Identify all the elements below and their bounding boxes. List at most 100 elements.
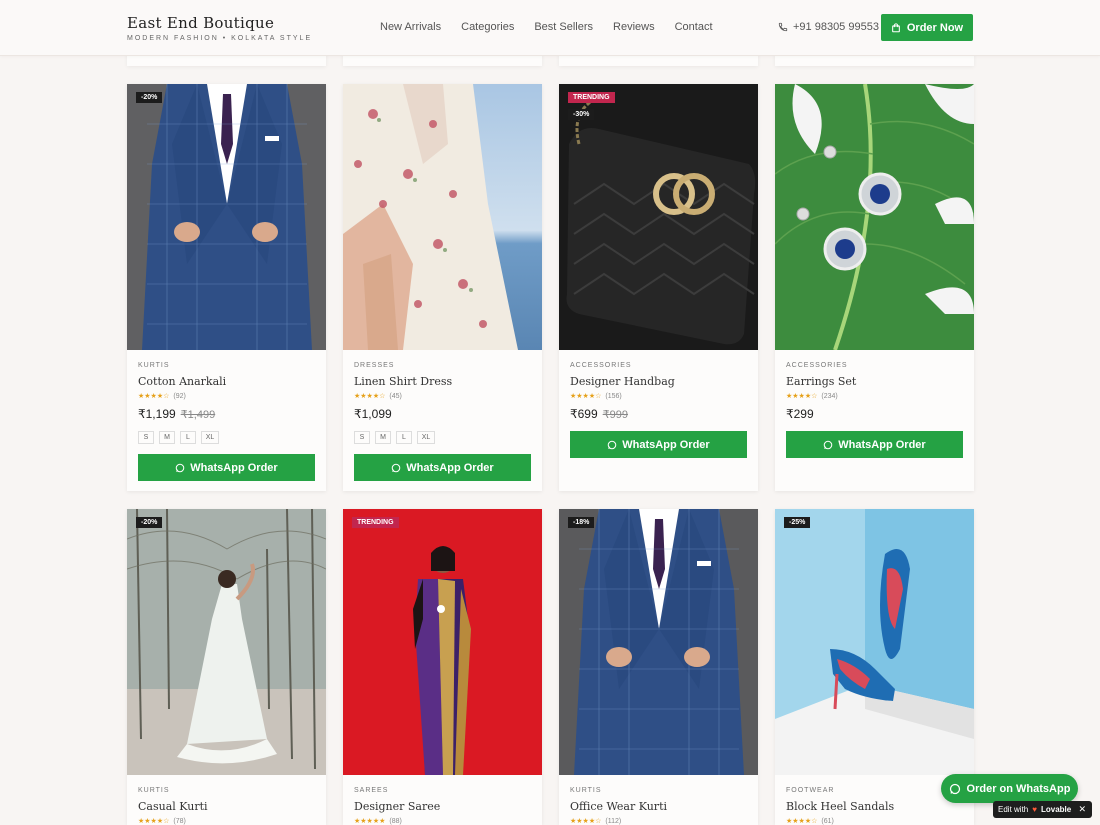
- product-price: ₹299: [786, 407, 974, 421]
- product-card[interactable]: DRESSES Linen Shirt Dress ★★★★☆ (45) ₹1,0…: [343, 84, 542, 491]
- whatsapp-order-button[interactable]: WhatsApp Order: [354, 454, 531, 481]
- product-rating: ★★★★☆ (156): [570, 392, 758, 401]
- whatsapp-order-label: WhatsApp Order: [406, 461, 494, 474]
- star-rating-icon: ★★★★☆: [138, 393, 170, 400]
- discount-badge: -30%: [568, 109, 595, 120]
- product-rating: ★★★★☆ (92): [138, 392, 326, 401]
- product-card[interactable]: -20% KURTIS Casual Kurti ★★★★☆ (78): [127, 509, 326, 825]
- order-now-button[interactable]: Order Now: [881, 14, 973, 41]
- sale-price: ₹699: [570, 407, 598, 421]
- shopping-bag-icon: [892, 22, 900, 32]
- product-card[interactable]: ACCESSORIES Earrings Set ★★★★☆ (234) ₹299…: [775, 84, 974, 491]
- discount-badge: -20%: [136, 517, 163, 528]
- product-price: ₹699 ₹999: [570, 407, 758, 421]
- product-category: KURTIS: [138, 787, 170, 794]
- nav-best-sellers[interactable]: Best Sellers: [534, 21, 593, 33]
- product-image-dress[interactable]: [343, 84, 542, 350]
- brand-title[interactable]: East End Boutique: [127, 14, 312, 32]
- discount-badge: -18%: [568, 517, 595, 528]
- product-image-earrings[interactable]: [775, 84, 974, 350]
- product-rating: ★★★★☆ (78): [138, 817, 326, 825]
- review-count: (156): [605, 392, 622, 400]
- whatsapp-order-button[interactable]: WhatsApp Order: [570, 431, 747, 458]
- product-name[interactable]: Cotton Anarkali: [138, 375, 326, 388]
- product-category: KURTIS: [570, 787, 602, 794]
- nav-categories[interactable]: Categories: [461, 21, 514, 33]
- size-options: S M L XL: [138, 431, 326, 444]
- product-name[interactable]: Linen Shirt Dress: [354, 375, 542, 388]
- product-rating: ★★★★☆ (234): [786, 392, 974, 401]
- size-option-s[interactable]: S: [138, 431, 154, 444]
- trending-badge: TRENDING: [568, 92, 615, 103]
- size-option-s[interactable]: S: [354, 431, 370, 444]
- product-image-suit[interactable]: -18%: [559, 509, 758, 775]
- sale-price: ₹1,199: [138, 407, 176, 421]
- whatsapp-icon: [608, 440, 617, 449]
- review-count: (78): [173, 817, 186, 825]
- size-option-xl[interactable]: XL: [201, 431, 219, 444]
- brand[interactable]: East End Boutique MODERN FASHION • KOLKA…: [127, 14, 312, 42]
- size-option-l[interactable]: L: [180, 431, 196, 444]
- product-image-heels[interactable]: -25%: [775, 509, 974, 775]
- review-count: (234): [821, 392, 838, 400]
- order-on-whatsapp-button[interactable]: Order on WhatsApp: [941, 774, 1078, 803]
- original-price: ₹1,499: [180, 409, 216, 421]
- product-card[interactable]: TRENDING -30% ACCESSORIES Designer Handb…: [559, 84, 758, 491]
- star-rating-icon: ★★★★☆: [138, 818, 170, 825]
- product-rating: ★★★★★ (88): [354, 817, 542, 825]
- edit-with-label: Edit with: [998, 805, 1029, 814]
- product-category: ACCESSORIES: [786, 362, 848, 369]
- phone-link[interactable]: +91 98305 99553: [778, 21, 879, 33]
- product-image-saree[interactable]: TRENDING: [343, 509, 542, 775]
- product-name[interactable]: Designer Saree: [354, 800, 542, 813]
- product-name[interactable]: Casual Kurti: [138, 800, 326, 813]
- product-card[interactable]: -20% KURTIS Cotton Anarkali ★★★★☆ (92) ₹1…: [127, 84, 326, 491]
- review-count: (61): [821, 817, 834, 825]
- brand-tagline: MODERN FASHION • KOLKATA STYLE: [127, 35, 313, 42]
- whatsapp-order-label: WhatsApp Order: [838, 438, 926, 451]
- nav-new-arrivals[interactable]: New Arrivals: [380, 21, 441, 33]
- discount-badge: -25%: [784, 517, 811, 528]
- site-header: East End Boutique MODERN FASHION • KOLKA…: [0, 0, 1100, 56]
- whatsapp-icon: [392, 463, 401, 472]
- sale-price: ₹299: [786, 407, 814, 421]
- star-rating-icon: ★★★★☆: [570, 393, 602, 400]
- product-name[interactable]: Designer Handbag: [570, 375, 758, 388]
- size-option-m[interactable]: M: [159, 431, 175, 444]
- size-option-m[interactable]: M: [375, 431, 391, 444]
- product-category: ACCESSORIES: [570, 362, 632, 369]
- star-rating-icon: ★★★★☆: [354, 393, 386, 400]
- product-category: KURTIS: [138, 362, 170, 369]
- review-count: (92): [173, 392, 186, 400]
- whatsapp-order-button[interactable]: WhatsApp Order: [786, 431, 963, 458]
- phone-icon: [778, 22, 788, 32]
- product-rating: ★★★★☆ (112): [570, 817, 758, 825]
- product-image-white-lehenga[interactable]: -20%: [127, 509, 326, 775]
- star-rating-icon: ★★★★☆: [786, 818, 818, 825]
- nav-contact[interactable]: Contact: [675, 21, 713, 33]
- product-image-handbag[interactable]: TRENDING -30%: [559, 84, 758, 350]
- size-option-l[interactable]: L: [396, 431, 412, 444]
- order-now-label: Order Now: [906, 21, 964, 34]
- product-name[interactable]: Block Heel Sandals: [786, 800, 974, 813]
- edit-with-lovable-badge[interactable]: Edit with ♥ Lovable ✕: [993, 801, 1092, 818]
- size-option-xl[interactable]: XL: [417, 431, 435, 444]
- whatsapp-order-label: WhatsApp Order: [190, 461, 278, 474]
- star-rating-icon: ★★★★★: [354, 818, 386, 825]
- lovable-heart-icon: ♥: [1032, 805, 1037, 814]
- whatsapp-order-button[interactable]: WhatsApp Order: [138, 454, 315, 481]
- review-count: (88): [389, 817, 402, 825]
- product-rating: ★★★★☆ (45): [354, 392, 542, 401]
- product-name[interactable]: Earrings Set: [786, 375, 974, 388]
- nav-reviews[interactable]: Reviews: [613, 21, 655, 33]
- product-price: ₹1,099: [354, 407, 542, 421]
- whatsapp-icon: [824, 440, 833, 449]
- close-icon[interactable]: ✕: [1078, 804, 1086, 815]
- review-count: (45): [389, 392, 402, 400]
- product-name[interactable]: Office Wear Kurti: [570, 800, 758, 813]
- lovable-brand: Lovable: [1040, 805, 1072, 814]
- product-card[interactable]: TRENDING SAREES Designer Saree ★★★★★ (88): [343, 509, 542, 825]
- product-image-suit[interactable]: -20%: [127, 84, 326, 350]
- star-rating-icon: ★★★★☆: [786, 393, 818, 400]
- product-card[interactable]: -18% KURTIS Office Wear Kurti ★★★★☆ (112): [559, 509, 758, 825]
